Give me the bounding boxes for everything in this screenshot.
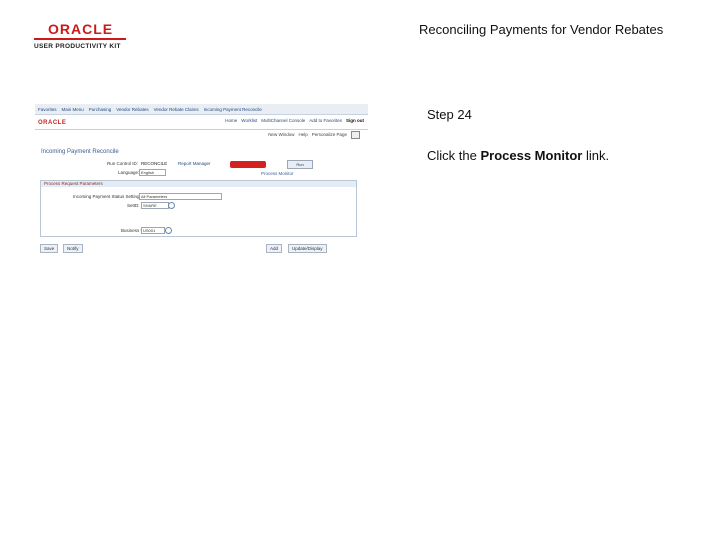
setid-label: SetID: [127, 203, 140, 208]
oracle-upk-logo: ORACLE USER PRODUCTIVITY KIT [34, 22, 126, 50]
step-instruction: Click the Process Monitor link. [427, 148, 609, 163]
step-number: Step 24 [427, 107, 472, 122]
logo-brand: ORACLE [48, 21, 114, 37]
instruction-prefix: Click the [427, 148, 481, 163]
process-request-parameters-panel: Process Request Parameters [40, 180, 357, 237]
run-control-label: Run Control ID: [107, 161, 139, 166]
instruction-target: Process Monitor [480, 148, 583, 163]
app-header-links: Home Worklist MultiChannel Console Add t… [225, 118, 364, 123]
app-brand-row: ORACLE Home Worklist MultiChannel Consol… [35, 115, 368, 130]
setid-lookup-icon[interactable] [168, 202, 175, 209]
save-button[interactable]: Save [40, 244, 59, 253]
nav-vendor-rebate-claims[interactable]: Vendor Rebate Claims [154, 107, 199, 112]
link-sign-out[interactable]: Sign out [346, 118, 364, 123]
slide-title: Reconciling Payments for Vendor Rebates [419, 22, 664, 37]
highlight-indicator [230, 161, 266, 168]
panel-title: Process Request Parameters [41, 181, 356, 187]
run-control-value: RECONCILE [141, 161, 168, 166]
nav-main-menu[interactable]: Main Menu [62, 107, 84, 112]
instruction-suffix: link. [582, 148, 610, 163]
app-screenshot: Favorites Main Menu Purchasing Vendor Re… [35, 104, 368, 254]
link-new-window[interactable]: New Window [268, 132, 294, 137]
run-button[interactable]: Run [287, 160, 313, 169]
app-top-navigation: Favorites Main Menu Purchasing Vendor Re… [35, 104, 368, 115]
business-unit-lookup-icon[interactable] [165, 227, 172, 234]
process-monitor-link[interactable]: Process Monitor [261, 171, 294, 176]
language-label: Language: [118, 170, 140, 175]
add-button[interactable]: Add [266, 244, 283, 253]
link-personalize-page[interactable]: Personalize Page [312, 132, 347, 137]
link-help[interactable]: Help [298, 132, 307, 137]
page-title: Incoming Payment Reconcile [41, 149, 119, 155]
report-manager-link[interactable]: Report Manager [178, 161, 211, 166]
link-worklist[interactable]: Worklist [241, 118, 257, 123]
link-home[interactable]: Home [225, 118, 237, 123]
business-unit-input[interactable]: US001 [141, 227, 165, 234]
link-add-to-favorites[interactable]: Add to Favorites [309, 118, 342, 123]
notify-button[interactable]: Notify [63, 244, 83, 253]
incoming-payment-select[interactable]: All Parameters [139, 193, 222, 200]
link-multichannel-console[interactable]: MultiChannel Console [261, 118, 305, 123]
page-icon[interactable] [351, 130, 360, 139]
language-select[interactable]: English [139, 169, 166, 176]
app-oracle-logo: ORACLE [38, 120, 67, 126]
logo-subtitle: USER PRODUCTIVITY KIT [34, 43, 121, 50]
setid-input[interactable]: SHARE [141, 202, 169, 209]
nav-favorites[interactable]: Favorites [38, 107, 57, 112]
nav-incoming-payment-reconcile[interactable]: Incoming Payment Reconcile [204, 107, 262, 112]
incoming-payment-label: Incoming Payment Status Setting: [73, 194, 141, 199]
logo-bar [34, 38, 126, 40]
update-display-button[interactable]: Update/Display [288, 244, 327, 253]
app-subbar: New Window Help Personalize Page [35, 130, 368, 139]
nav-vendor-rebates[interactable]: Vendor Rebates [116, 107, 148, 112]
nav-purchasing[interactable]: Purchasing [89, 107, 112, 112]
